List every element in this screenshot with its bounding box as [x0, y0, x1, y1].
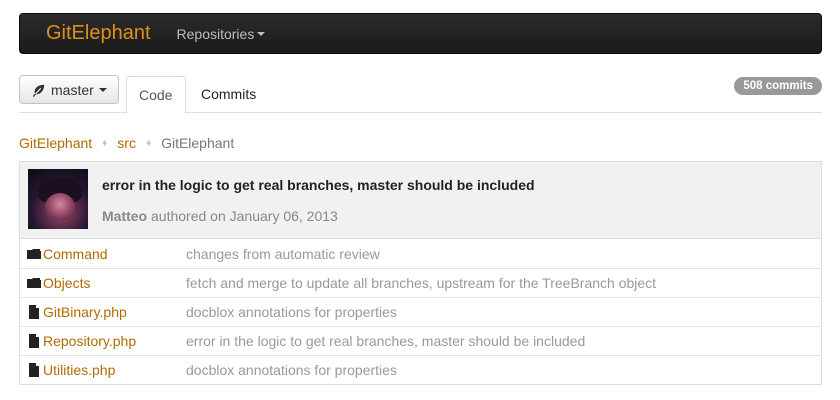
folder-icon: [27, 278, 41, 288]
commit-meta: Matteo authored on January 06, 2013: [102, 208, 338, 224]
tab-commits[interactable]: Commits: [189, 76, 268, 114]
file-commit-message[interactable]: fetch and merge to update all branches, …: [186, 275, 656, 291]
file-row: Repository.php error in the logic to get…: [20, 326, 821, 355]
top-navbar: GitElephant Repositories: [19, 13, 822, 54]
file-row: Objects fetch and merge to update all br…: [20, 268, 821, 297]
file-commit-message[interactable]: docblox annotations for properties: [186, 304, 397, 320]
breadcrumb: GitElephant ♦ src ♦ GitElephant: [19, 135, 234, 151]
repositories-label: Repositories: [176, 25, 255, 42]
breadcrumb-item-current: GitElephant: [161, 135, 235, 151]
branch-label: master: [51, 81, 94, 98]
leaf-icon: [32, 84, 45, 97]
avatar: [28, 169, 88, 229]
caret-down-icon: [257, 32, 266, 36]
branch-selector-button[interactable]: master: [19, 75, 119, 104]
commit-author: Matteo: [102, 208, 148, 224]
file-name[interactable]: Utilities.php: [43, 362, 186, 378]
tab-code[interactable]: Code: [126, 76, 186, 114]
file-icon: [29, 363, 39, 377]
repo-toolbar: master Code Commits 508 commits: [19, 74, 822, 114]
file-commit-message[interactable]: error in the logic to get real branches,…: [186, 333, 585, 349]
file-name[interactable]: Repository.php: [43, 333, 186, 349]
file-commit-message[interactable]: docblox annotations for properties: [186, 362, 397, 378]
folder-icon: [27, 248, 41, 259]
file-icon: [29, 305, 39, 319]
repositories-dropdown[interactable]: Repositories: [177, 26, 266, 42]
commit-message[interactable]: error in the logic to get real branches,…: [102, 177, 535, 193]
breadcrumb-item-root[interactable]: GitElephant: [19, 135, 92, 151]
file-name[interactable]: GitBinary.php: [43, 304, 186, 320]
file-row: Command changes from automatic review: [20, 239, 821, 268]
file-list: Command changes from automatic review Ob…: [19, 238, 822, 385]
file-row: Utilities.php docblox annotations for pr…: [20, 355, 821, 384]
breadcrumb-item-src[interactable]: src: [117, 135, 136, 151]
last-commit-panel: error in the logic to get real branches,…: [19, 161, 822, 238]
caret-down-icon: [98, 88, 107, 92]
file-name[interactable]: Command: [43, 246, 186, 262]
file-commit-message[interactable]: changes from automatic review: [186, 246, 380, 262]
brand-link[interactable]: GitElephant: [46, 22, 151, 45]
breadcrumb-separator: ♦: [102, 137, 108, 149]
commit-date: authored on January 06, 2013: [151, 208, 338, 224]
file-row: GitBinary.php docblox annotations for pr…: [20, 297, 821, 326]
file-name[interactable]: Objects: [43, 275, 186, 291]
commits-count-badge: 508 commits: [734, 77, 822, 95]
breadcrumb-separator: ♦: [145, 137, 152, 149]
file-icon: [29, 334, 39, 348]
